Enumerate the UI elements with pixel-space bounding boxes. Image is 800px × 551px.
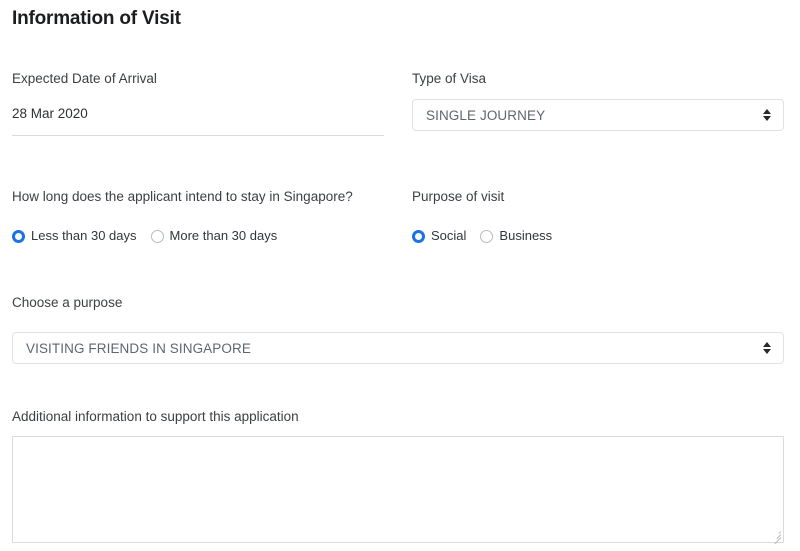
expected-date-of-arrival-input[interactable]: 28 Mar 2020 bbox=[12, 105, 88, 123]
radio-unselected-icon[interactable] bbox=[150, 229, 164, 243]
stay-duration-option-label: More than 30 days bbox=[169, 228, 278, 243]
resize-handle-icon[interactable] bbox=[770, 529, 782, 545]
stay-duration-option-label: Less than 30 days bbox=[31, 228, 137, 243]
select-updown-arrow-icon bbox=[761, 340, 773, 356]
type-of-visa-selected-value: SINGLE JOURNEY bbox=[426, 107, 546, 123]
stay-duration-label: How long does the applicant intend to st… bbox=[12, 189, 353, 204]
stay-duration-option-more-than-30-days[interactable]: More than 30 days bbox=[150, 228, 278, 244]
information-of-visit-form: Information of Visit Expected Date of Ar… bbox=[0, 0, 800, 551]
purpose-of-visit-option-social[interactable]: Social bbox=[412, 228, 466, 244]
choose-a-purpose-label: Choose a purpose bbox=[12, 295, 123, 310]
purpose-of-visit-option-label: Business bbox=[499, 228, 553, 243]
radio-selected-icon[interactable] bbox=[12, 229, 25, 243]
additional-information-textarea[interactable] bbox=[12, 436, 784, 545]
radio-selected-icon[interactable] bbox=[412, 229, 425, 243]
expected-date-of-arrival-label: Expected Date of Arrival bbox=[12, 71, 157, 86]
page-title: Information of Visit bbox=[12, 8, 181, 29]
type-of-visa-select[interactable]: SINGLE JOURNEY bbox=[412, 99, 784, 131]
expected-date-of-arrival-underline bbox=[12, 135, 384, 136]
purpose-of-visit-radio-row: Social Business bbox=[412, 228, 552, 244]
purpose-of-visit-label: Purpose of visit bbox=[412, 189, 505, 204]
select-updown-arrow-icon bbox=[761, 107, 773, 123]
choose-a-purpose-select[interactable]: VISITING FRIENDS IN SINGAPORE bbox=[12, 332, 784, 364]
choose-a-purpose-selected-value: VISITING FRIENDS IN SINGAPORE bbox=[26, 340, 251, 356]
stay-duration-option-less-than-30-days[interactable]: Less than 30 days bbox=[12, 228, 137, 244]
type-of-visa-label: Type of Visa bbox=[412, 71, 487, 86]
additional-information-label: Additional information to support this a… bbox=[12, 409, 299, 424]
radio-unselected-icon[interactable] bbox=[480, 229, 494, 243]
stay-duration-radio-row: Less than 30 days More than 30 days bbox=[12, 228, 277, 244]
purpose-of-visit-option-business[interactable]: Business bbox=[480, 228, 552, 244]
purpose-of-visit-option-label: Social bbox=[431, 228, 467, 243]
